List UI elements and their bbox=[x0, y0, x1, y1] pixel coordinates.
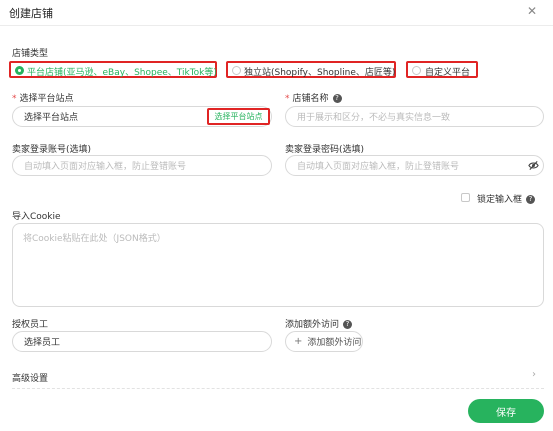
select-platform-site-button[interactable]: 选择平台站点 bbox=[207, 108, 270, 125]
staff-label: 授权员工 bbox=[12, 320, 49, 330]
store-name-placeholder: 用于展示和区分，不必与真实信息一致 bbox=[297, 113, 451, 123]
store-type-option-label: 自定义平台 bbox=[425, 68, 471, 78]
platform-site-label: * 选择平台站点 bbox=[12, 94, 74, 104]
eye-off-icon[interactable] bbox=[528, 160, 539, 171]
seller-account-label: 卖家登录账号(选填) bbox=[12, 145, 92, 155]
advanced-settings-label[interactable]: 高级设置 bbox=[12, 371, 48, 384]
lock-input-checkbox[interactable] bbox=[461, 193, 470, 202]
store-type-label: 店铺类型 bbox=[12, 49, 49, 59]
close-icon[interactable]: ✕ bbox=[527, 4, 537, 18]
staff-value: 选择员工 bbox=[24, 338, 61, 348]
radio-icon bbox=[232, 66, 241, 75]
chevron-right-icon[interactable]: › bbox=[532, 369, 536, 380]
extra-access-label: 添加额外访问? bbox=[285, 317, 353, 330]
help-icon[interactable]: ? bbox=[343, 320, 353, 329]
add-extra-access-label: 添加额外访问 bbox=[307, 338, 362, 348]
store-type-option-standalone[interactable]: 独立站(Shopify、Shopline、店匠等) bbox=[226, 61, 396, 78]
store-type-option-platform[interactable]: 平台店铺(亚马逊、eBay、Shopee、TikTok等) bbox=[9, 61, 217, 78]
cookie-label: 导入Cookie bbox=[12, 212, 61, 222]
radio-selected-icon bbox=[15, 66, 24, 75]
help-icon[interactable]: ? bbox=[526, 195, 536, 204]
store-name-label: * 店铺名称? bbox=[285, 91, 342, 104]
seller-account-input[interactable]: 自动填入页面对应输入框，防止登错账号 bbox=[12, 155, 272, 176]
store-name-input[interactable]: 用于展示和区分，不必与真实信息一致 bbox=[285, 106, 544, 127]
cookie-placeholder: 将Cookie粘贴在此处（JSON格式） bbox=[23, 234, 166, 244]
seller-password-label: 卖家登录密码(选填) bbox=[285, 145, 365, 155]
plus-icon: + bbox=[294, 336, 303, 347]
add-extra-access-button[interactable]: + 添加额外访问 bbox=[285, 331, 363, 352]
save-button[interactable]: 保存 bbox=[468, 399, 544, 423]
seller-password-input[interactable]: 自动填入页面对应输入框，防止登错账号 bbox=[285, 155, 544, 176]
divider bbox=[12, 388, 544, 389]
lock-input-label: 锁定输入框? bbox=[477, 192, 536, 205]
seller-account-placeholder: 自动填入页面对应输入框，防止登错账号 bbox=[24, 162, 187, 172]
dialog-header bbox=[0, 0, 553, 26]
cookie-textarea[interactable]: 将Cookie粘贴在此处（JSON格式） bbox=[12, 223, 544, 307]
seller-password-placeholder: 自动填入页面对应输入框，防止登错账号 bbox=[297, 162, 460, 172]
platform-site-value: 选择平台站点 bbox=[24, 113, 79, 123]
store-type-option-label: 独立站(Shopify、Shopline、店匠等) bbox=[244, 68, 396, 78]
help-icon[interactable]: ? bbox=[332, 94, 342, 103]
store-type-option-custom[interactable]: 自定义平台 bbox=[406, 61, 478, 78]
store-type-option-label: 平台店铺(亚马逊、eBay、Shopee、TikTok等) bbox=[27, 68, 217, 78]
radio-icon bbox=[412, 66, 421, 75]
dialog-title: 创建店铺 bbox=[9, 7, 53, 20]
staff-select[interactable]: 选择员工 bbox=[12, 331, 272, 352]
